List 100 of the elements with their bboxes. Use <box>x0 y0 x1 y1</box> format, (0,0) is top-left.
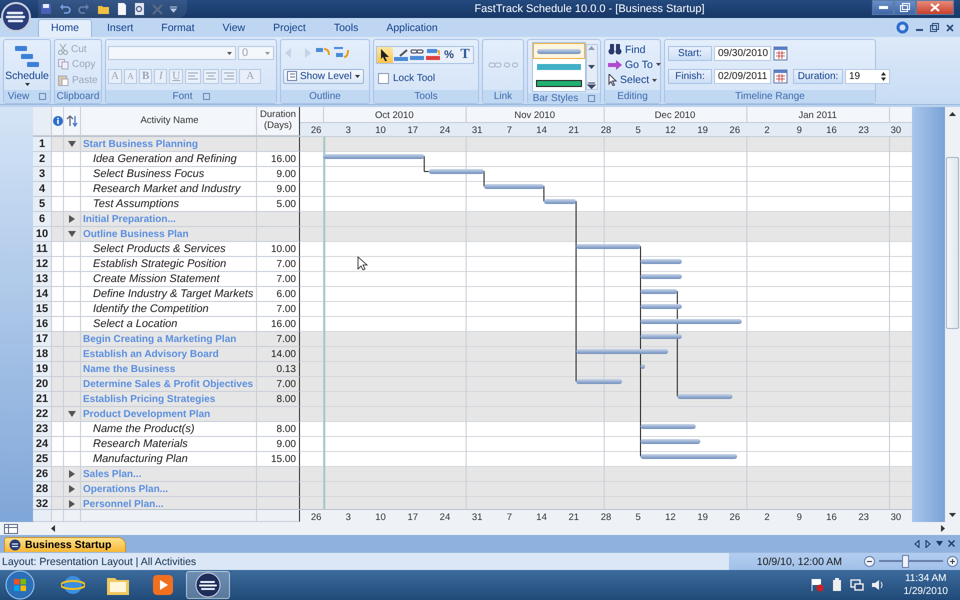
power-icon[interactable] <box>830 578 842 592</box>
draw-tool-button[interactable] <box>393 47 409 64</box>
link-tool-button[interactable] <box>409 47 425 64</box>
scroll-up-icon[interactable] <box>948 111 957 117</box>
save-icon[interactable] <box>40 3 52 15</box>
calendar-icon[interactable] <box>773 69 788 84</box>
sort-icon[interactable] <box>66 115 78 127</box>
start-button[interactable] <box>5 570 35 600</box>
calendar-icon[interactable] <box>773 46 788 61</box>
flag-icon[interactable] <box>810 578 824 592</box>
select-button[interactable]: Select <box>607 74 658 86</box>
network-icon[interactable] <box>850 578 864 592</box>
scroll-right-icon[interactable] <box>940 524 946 533</box>
finish-date-field[interactable]: 02/09/2011 <box>714 69 771 84</box>
table-row[interactable]: 6 Initial Preparation... <box>33 212 300 227</box>
gantt-bar[interactable] <box>544 199 576 204</box>
folder-icon[interactable] <box>97 3 110 15</box>
table-row[interactable]: 12 Establish Strategic Position 7.00 <box>33 257 300 272</box>
ribbon-tab[interactable]: Format <box>148 19 208 37</box>
duration-spinner[interactable]: 19 <box>845 69 890 84</box>
start-date-field[interactable]: 09/30/2010 <box>714 46 771 61</box>
week-label: 26 <box>310 512 322 523</box>
help-icon[interactable] <box>896 21 909 34</box>
collapse-icon[interactable] <box>333 46 349 60</box>
week-label: 7 <box>506 512 512 523</box>
activity-name: Research Market and Industry <box>81 182 257 197</box>
schedule-document-icon <box>9 539 21 551</box>
table-row[interactable]: 11 Select Products & Services 10.00 <box>33 242 300 257</box>
scrollbar-thumb[interactable] <box>946 157 959 329</box>
vertical-scrollbar[interactable] <box>945 107 960 522</box>
taskbar-schedule-button[interactable] <box>186 571 230 599</box>
table-row[interactable]: 15 Identify the Competition 7.00 <box>33 302 300 317</box>
table-row[interactable]: 14 Define Industry & Target Markets 6.00 <box>33 287 300 302</box>
layout-icon[interactable] <box>4 524 18 534</box>
table-row[interactable]: 23 Name the Product(s) 8.00 <box>33 422 300 437</box>
table-row[interactable]: 18 Establish an Advisory Board 14.00 <box>33 347 300 362</box>
pointer-tool-button[interactable] <box>377 47 393 64</box>
table-row[interactable]: 10 Outline Business Plan <box>33 227 300 242</box>
goto-button[interactable]: Go To <box>607 58 662 71</box>
scroll-down-icon[interactable] <box>948 512 957 518</box>
text-tool-button[interactable]: T <box>457 47 473 64</box>
table-row[interactable]: 32 Personnel Plan... <box>33 497 300 509</box>
color-tool-button[interactable] <box>425 47 441 64</box>
table-row[interactable]: 3 Select Business Focus 9.00 <box>33 167 300 182</box>
ribbon-tab[interactable]: Project <box>260 19 319 37</box>
zoom-slider-thumb[interactable] <box>902 555 909 568</box>
table-row[interactable]: 1 Start Business Planning <box>33 137 300 152</box>
table-row[interactable]: 20 Determine Sales & Profit Objectives 7.00 <box>33 377 300 392</box>
collapse-toggle-icon[interactable] <box>68 410 76 418</box>
table-row[interactable]: 28 Operations Plan... <box>33 482 300 497</box>
print-preview-icon[interactable] <box>134 3 145 15</box>
more-icon[interactable] <box>587 82 596 89</box>
table-row[interactable]: 4 Research Market and Industry 9.00 <box>33 182 300 197</box>
table-row[interactable]: 17 Begin Creating a Marketing Plan 7.00 <box>33 332 300 347</box>
table-row[interactable]: 24 Research Materials 9.00 <box>33 437 300 452</box>
next-tab-icon[interactable] <box>925 540 931 548</box>
ribbon-tab[interactable]: Application <box>373 19 451 37</box>
find-button[interactable]: Find <box>607 44 646 56</box>
ribbon-tab[interactable]: View <box>210 19 258 37</box>
close-button[interactable] <box>916 0 954 15</box>
table-row[interactable]: 2 Idea Generation and Refining 16.00 <box>33 152 300 167</box>
column-header[interactable]: Activity Name <box>81 107 257 136</box>
row-number: 10 <box>33 227 52 242</box>
collapse-toggle-icon[interactable] <box>68 140 76 148</box>
expand-toggle-icon[interactable] <box>68 215 76 223</box>
collapse-toggle-icon[interactable] <box>68 230 76 238</box>
table-row[interactable]: 21 Establish Pricing Strategies 8.00 <box>33 392 300 407</box>
previous-tab-icon[interactable] <box>914 540 920 548</box>
close-icon[interactable] <box>946 24 954 32</box>
ribbon-tab[interactable]: Insert <box>94 19 146 37</box>
tab-list-icon[interactable] <box>936 541 943 546</box>
scroll-down-icon[interactable] <box>587 64 596 70</box>
zoom-in-icon[interactable] <box>947 556 958 567</box>
close-icon[interactable] <box>948 540 955 547</box>
zoom-out-icon[interactable] <box>864 556 875 567</box>
group-label: View <box>8 91 30 102</box>
restore-icon[interactable] <box>930 23 939 32</box>
volume-icon[interactable] <box>870 578 884 592</box>
expand-toggle-icon[interactable] <box>68 470 76 478</box>
restore-button[interactable] <box>894 0 916 15</box>
table-row[interactable]: 26 Sales Plan... <box>33 467 300 482</box>
finish-label: Finish: <box>668 69 712 84</box>
expand-toggle-icon[interactable] <box>68 485 76 493</box>
document-icon[interactable] <box>117 3 127 15</box>
gantt-bar[interactable] <box>640 364 646 369</box>
table-row[interactable]: 13 Create Mission Statement 7.00 <box>33 272 300 287</box>
percent-tool-button[interactable]: % <box>441 47 457 64</box>
table-row[interactable]: 19 Name the Business 0.13 <box>33 362 300 377</box>
minimize-button[interactable] <box>872 0 894 15</box>
table-row[interactable]: 22 Product Development Plan <box>33 407 300 422</box>
ribbon-tab[interactable]: Home <box>38 19 92 37</box>
customize-icon[interactable] <box>170 5 177 13</box>
spinner-arrows-icon <box>881 72 886 81</box>
scroll-left-icon[interactable] <box>50 524 56 533</box>
undo-icon[interactable] <box>59 3 71 15</box>
ribbon-tab[interactable]: Tools <box>320 19 372 37</box>
lock-tool-checkbox[interactable]: Lock Tool <box>376 72 436 84</box>
schedule-button[interactable]: Schedule <box>5 44 49 86</box>
document-tab[interactable]: Business Startup <box>4 537 126 552</box>
show-level-dropdown[interactable]: Show Level <box>283 68 364 84</box>
